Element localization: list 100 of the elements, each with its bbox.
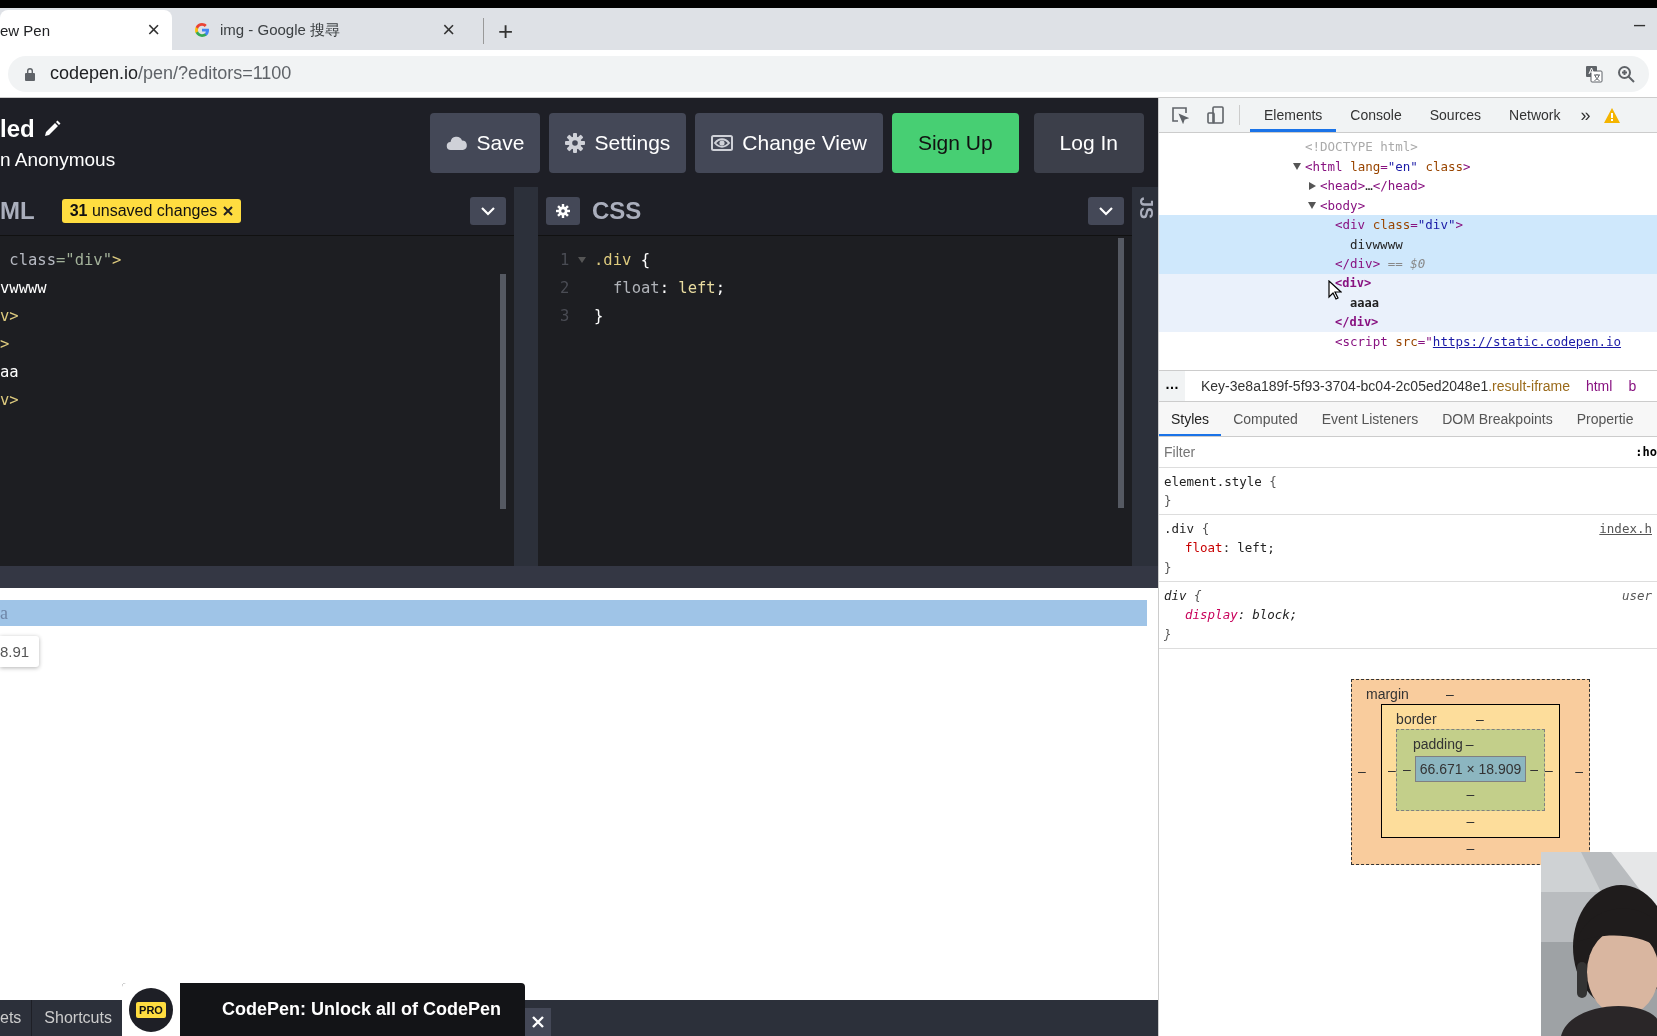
box-value: – <box>1575 763 1583 779</box>
dom-node[interactable]: <div class="div"> <box>1335 217 1463 233</box>
css-declaration: float: left; <box>1184 539 1276 557</box>
code-line: vwwww <box>0 279 47 297</box>
box-value: – <box>1388 762 1396 778</box>
box-value: – <box>1358 763 1366 779</box>
dom-node[interactable]: <script src="https://static.codepen.io <box>1335 334 1621 350</box>
box-value: – <box>1446 686 1454 702</box>
address-field[interactable]: codepen.io/pen/?editors=1100 <box>8 55 1649 92</box>
devtools-tab[interactable]: Elements <box>1250 98 1337 132</box>
footer-button[interactable]: ets <box>0 1000 33 1036</box>
scrollbar[interactable] <box>500 274 506 509</box>
tree-node-highlight[interactable]: <div> aaaa </div> <box>1159 273 1657 332</box>
code-line: v> <box>0 307 19 325</box>
fold-arrow-icon <box>578 257 586 263</box>
editor-title: CSS <box>592 197 642 225</box>
close-icon[interactable]: × <box>442 19 455 41</box>
dom-node[interactable]: divwwww <box>1350 236 1403 252</box>
cloud-icon <box>445 134 468 151</box>
size-tooltip: 8.91 <box>0 636 40 667</box>
new-tab-button[interactable]: + <box>483 18 514 44</box>
dom-node[interactable]: <html lang="en" class> <box>1305 158 1471 174</box>
panel-tab[interactable]: Computed <box>1221 402 1310 436</box>
closing-brace: } <box>1164 626 1173 644</box>
url-text: codepen.io/pen/?editors=1100 <box>50 63 292 84</box>
box-value: – <box>1465 812 1476 831</box>
google-icon <box>194 22 210 38</box>
unsaved-changes-badge[interactable]: 31 unsaved changes <box>61 199 242 223</box>
close-icon <box>531 1015 545 1029</box>
source-link[interactable]: index.h <box>1599 521 1652 536</box>
pencil-icon <box>42 119 61 138</box>
breadcrumb-item[interactable]: html <box>1585 378 1613 394</box>
promo-banner[interactable]: PRO CodePen: Unlock all of CodePen <box>122 983 525 1036</box>
more-tabs-button[interactable]: » <box>1574 104 1605 126</box>
closing-brace: } <box>1164 492 1173 510</box>
editor-title: ML <box>0 197 35 225</box>
close-icon[interactable]: × <box>147 19 160 41</box>
box-value: – <box>1465 839 1476 858</box>
box-value: – <box>1402 761 1411 777</box>
panel-tab[interactable]: Propertie <box>1564 402 1646 436</box>
breadcrumb-item[interactable]: Key-3e8a189f-5f93-3704-bc04-2c05ed2048e1.result-iframe <box>1201 378 1570 394</box>
toolbar-button[interactable]: Settings <box>549 112 687 173</box>
settings-button[interactable] <box>546 197 580 225</box>
close-button[interactable] <box>525 1008 551 1036</box>
box-label: margin <box>1365 686 1410 702</box>
css-selector: element.style { <box>1164 474 1277 489</box>
code-line: float: left; <box>612 279 725 297</box>
box-value: – <box>1476 711 1484 727</box>
devtools-tab[interactable]: Sources <box>1415 98 1496 132</box>
pro-logo: PRO <box>129 987 173 1032</box>
tab-title: img - Google 搜尋 <box>220 20 342 40</box>
promo-text: CodePen: Unlock all of CodePen <box>222 999 502 1020</box>
collapse-button[interactable] <box>1088 197 1124 225</box>
more-button[interactable]: … <box>1159 371 1185 401</box>
devtools-tab[interactable]: Console <box>1336 98 1416 132</box>
dom-node[interactable]: <div> <box>1335 276 1372 291</box>
editor-title[interactable]: JS <box>1134 197 1156 225</box>
resize-handle[interactable] <box>0 566 1158 588</box>
browser-tab[interactable]: img - Google 搜尋 × <box>182 10 467 50</box>
box-value: – <box>1530 761 1539 777</box>
dom-node[interactable]: aaaa <box>1350 295 1379 310</box>
dom-node[interactable]: </div> == $0 <box>1335 256 1426 272</box>
content-box: 66.671 × 18.909 <box>1414 756 1527 782</box>
minimize-button[interactable]: – <box>1633 13 1645 36</box>
resize-handle[interactable] <box>514 187 538 566</box>
tab-title: ew Pen <box>0 21 52 39</box>
closing-brace: } <box>1164 559 1173 577</box>
code-line: aa <box>0 363 19 381</box>
panel-tab[interactable]: Styles <box>1159 402 1222 436</box>
scrollbar[interactable] <box>1118 238 1124 508</box>
toolbar-button[interactable]: Sign Up <box>891 112 1019 173</box>
chevron-down-icon <box>481 206 495 216</box>
pen-title[interactable]: led <box>0 114 35 143</box>
panel-tab[interactable]: Event Listeners <box>1309 402 1431 436</box>
devtools-tab[interactable]: Network <box>1495 98 1575 132</box>
box-value: – <box>1545 762 1553 778</box>
css-selector: .div { <box>1164 521 1210 536</box>
code-line: v> <box>0 391 19 409</box>
breadcrumb-item[interactable]: b <box>1628 378 1637 394</box>
toolbar-button[interactable]: Save <box>429 112 541 173</box>
code-line: .div { <box>594 251 650 269</box>
source-label: user <box>1621 588 1652 603</box>
browser-tab[interactable]: ew Pen × <box>0 10 172 50</box>
dom-node[interactable]: </div> <box>1335 315 1379 330</box>
css-selector: div { <box>1164 588 1202 603</box>
device-icon <box>1207 106 1225 124</box>
gear-icon <box>556 204 570 218</box>
dom-node[interactable]: <body> <box>1320 197 1366 213</box>
box-value: – <box>1465 736 1474 752</box>
tree-node-highlight[interactable]: <div class="div"> divwwww </div> == $0 <box>1159 215 1657 274</box>
collapse-button[interactable] <box>470 197 506 225</box>
highlighted-element: a <box>0 600 1147 626</box>
author-name[interactable]: n Anonymous <box>0 148 116 171</box>
dom-node[interactable]: <head>…</head> <box>1320 178 1426 194</box>
toolbar-button[interactable]: Change View <box>695 112 883 173</box>
panel-tab[interactable]: DOM Breakpoints <box>1430 402 1565 436</box>
state-toggle-button[interactable]: :ho <box>1623 445 1657 459</box>
eye-icon <box>711 133 734 152</box>
toolbar-button[interactable]: Log In <box>1033 112 1144 173</box>
lock-icon <box>24 66 36 81</box>
